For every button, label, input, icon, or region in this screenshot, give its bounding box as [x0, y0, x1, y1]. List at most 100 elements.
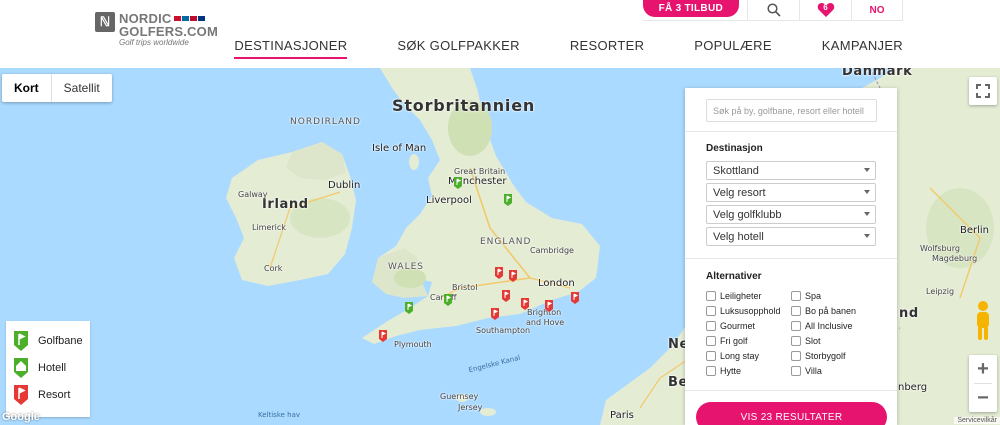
option-leiligheter[interactable]: Leiligheter [706, 291, 762, 301]
nav-campaigns[interactable]: KAMPANJER [822, 38, 903, 59]
chevron-down-icon [864, 168, 870, 172]
label-dublin: Dublin [328, 180, 361, 191]
chevron-down-icon [864, 234, 870, 238]
option-slot[interactable]: Slot [791, 336, 821, 346]
option-all-inclusive[interactable]: All Inclusive [791, 321, 853, 331]
destination-search-input[interactable] [706, 99, 877, 122]
zoom-out-button[interactable]: − [969, 384, 997, 412]
label-cork: Cork [264, 264, 283, 273]
label-plymouth: Plymouth [394, 340, 432, 349]
label-liverpool: Liverpool [426, 195, 472, 206]
resort-marker[interactable] [378, 330, 388, 342]
filter-panel: Destinasjon Skottland Velg resort Velg g… [685, 88, 897, 425]
resort-marker[interactable] [520, 298, 530, 310]
label-berlin: Berlin [960, 225, 990, 236]
map-type-kort[interactable]: Kort [2, 74, 51, 102]
label-nd: nd [899, 306, 919, 321]
search-icon [766, 3, 781, 17]
label-nberg: nberg [898, 382, 928, 393]
golf-course-marker[interactable] [404, 302, 414, 314]
label-cambridge: Cambridge [530, 246, 574, 255]
zoom-control: + − [969, 355, 997, 412]
site-logo[interactable]: ℕ NORDIC GOLFERS.COM Golf trips worldwid… [95, 12, 218, 47]
language-label: NO [869, 4, 885, 16]
resort-marker[interactable] [501, 290, 511, 302]
label-guernsey: Guernsey [440, 392, 479, 401]
nav-popular[interactable]: POPULÆRE [694, 38, 772, 59]
option-bo-pa-banen[interactable]: Bo på banen [791, 306, 856, 316]
resort-marker[interactable] [494, 267, 504, 279]
label-great-britain: Great Britain [454, 167, 506, 176]
label-jersey: Jersey [458, 403, 483, 412]
label-bristol: Bristol [452, 283, 478, 292]
terms-link[interactable]: Servicevilkår [954, 417, 1000, 424]
alternatives-title: Alternativer [706, 271, 762, 282]
label-danmark: Danmark [842, 68, 913, 79]
logo-mark-icon: ℕ [95, 12, 115, 32]
destination-select[interactable]: Skottland [706, 161, 876, 180]
search-button[interactable] [747, 0, 799, 20]
resort-marker[interactable] [544, 300, 554, 312]
label-southampton: Southampton [476, 326, 531, 335]
map-type-control: Kort Satellit [2, 74, 112, 102]
hotel-select[interactable]: Velg hotell [706, 227, 876, 246]
resort-marker[interactable] [570, 292, 580, 304]
label-storbritannien: Storbritannien [392, 96, 536, 115]
show-results-button[interactable]: VIS 23 RESULTATER [696, 402, 887, 425]
resort-icon [14, 384, 28, 405]
heart-icon: 6 [817, 2, 835, 18]
nav-search-packages[interactable]: SØK GOLFPAKKER [397, 38, 519, 59]
label-wolfsburg: Wolfsburg [920, 244, 960, 253]
fullscreen-button[interactable] [969, 77, 997, 105]
logo-line2: GOLFERS.COM [119, 24, 218, 39]
option-fri-golf[interactable]: Fri golf [706, 336, 748, 346]
option-spa[interactable]: Spa [791, 291, 821, 301]
map-type-satellit[interactable]: Satellit [50, 74, 112, 102]
top-utility-bar: FÅ 3 TILBUD 6 NO [642, 0, 903, 21]
main-nav: DESTINASJONER SØK GOLFPAKKER RESORTER PO… [234, 38, 903, 59]
golf-course-marker[interactable] [453, 177, 463, 189]
legend-item-hotell: Hotell [12, 354, 84, 381]
golf-course-marker[interactable] [503, 194, 513, 206]
nav-destinations[interactable]: DESTINASJONER [234, 38, 348, 59]
golf-club-select[interactable]: Velg golfklubb [706, 205, 876, 224]
label-england: ENGLAND [480, 237, 532, 247]
resort-marker[interactable] [490, 308, 500, 320]
destination-title: Destinasjon [706, 143, 763, 154]
label-keltiske-hav: Keltiske hav [258, 411, 301, 419]
zoom-in-button[interactable]: + [969, 355, 997, 383]
logo-tagline: Golf trips worldwide [119, 38, 189, 47]
resort-select[interactable]: Velg resort [706, 183, 876, 202]
favorites-count: 6 [823, 3, 828, 12]
label-isle-of-man: Isle of Man [372, 143, 427, 154]
option-luksusopphold[interactable]: Luksusopphold [706, 306, 781, 316]
resort-marker[interactable] [508, 270, 518, 282]
legend-item-golfbane: Golfbane [12, 327, 84, 354]
nordic-flags-icon [174, 16, 206, 21]
label-and-hove: and Hove [526, 318, 565, 327]
option-storbygolf[interactable]: Storbygolf [791, 351, 846, 361]
chevron-down-icon [864, 190, 870, 194]
label-leipzig: Leipzig [926, 287, 955, 296]
language-selector[interactable]: NO [851, 0, 903, 20]
label-paris: Paris [610, 410, 634, 421]
map-legend: Golfbane Hotell Resort [6, 321, 90, 417]
label-wales: WALES [388, 262, 424, 272]
google-logo: Google [2, 411, 40, 423]
golf-course-marker[interactable] [443, 294, 453, 306]
label-london: London [538, 278, 575, 289]
get-offers-button[interactable]: FÅ 3 TILBUD [642, 0, 739, 17]
nav-resorts[interactable]: RESORTER [570, 38, 644, 59]
street-view-pegman-icon[interactable] [974, 300, 992, 342]
fullscreen-icon [976, 84, 990, 98]
site-header: ℕ NORDIC GOLFERS.COM Golf trips worldwid… [0, 0, 1000, 68]
option-long-stay[interactable]: Long stay [706, 351, 759, 361]
option-villa[interactable]: Villa [791, 366, 822, 376]
label-limerick: Limerick [252, 223, 286, 232]
option-gourmet[interactable]: Gourmet [706, 321, 755, 331]
label-galway: Galway [238, 190, 268, 199]
golf-flag-icon [14, 330, 28, 351]
favorites-button[interactable]: 6 [799, 0, 851, 20]
option-hytte[interactable]: Hytte [706, 366, 741, 376]
hotel-icon [14, 357, 28, 378]
